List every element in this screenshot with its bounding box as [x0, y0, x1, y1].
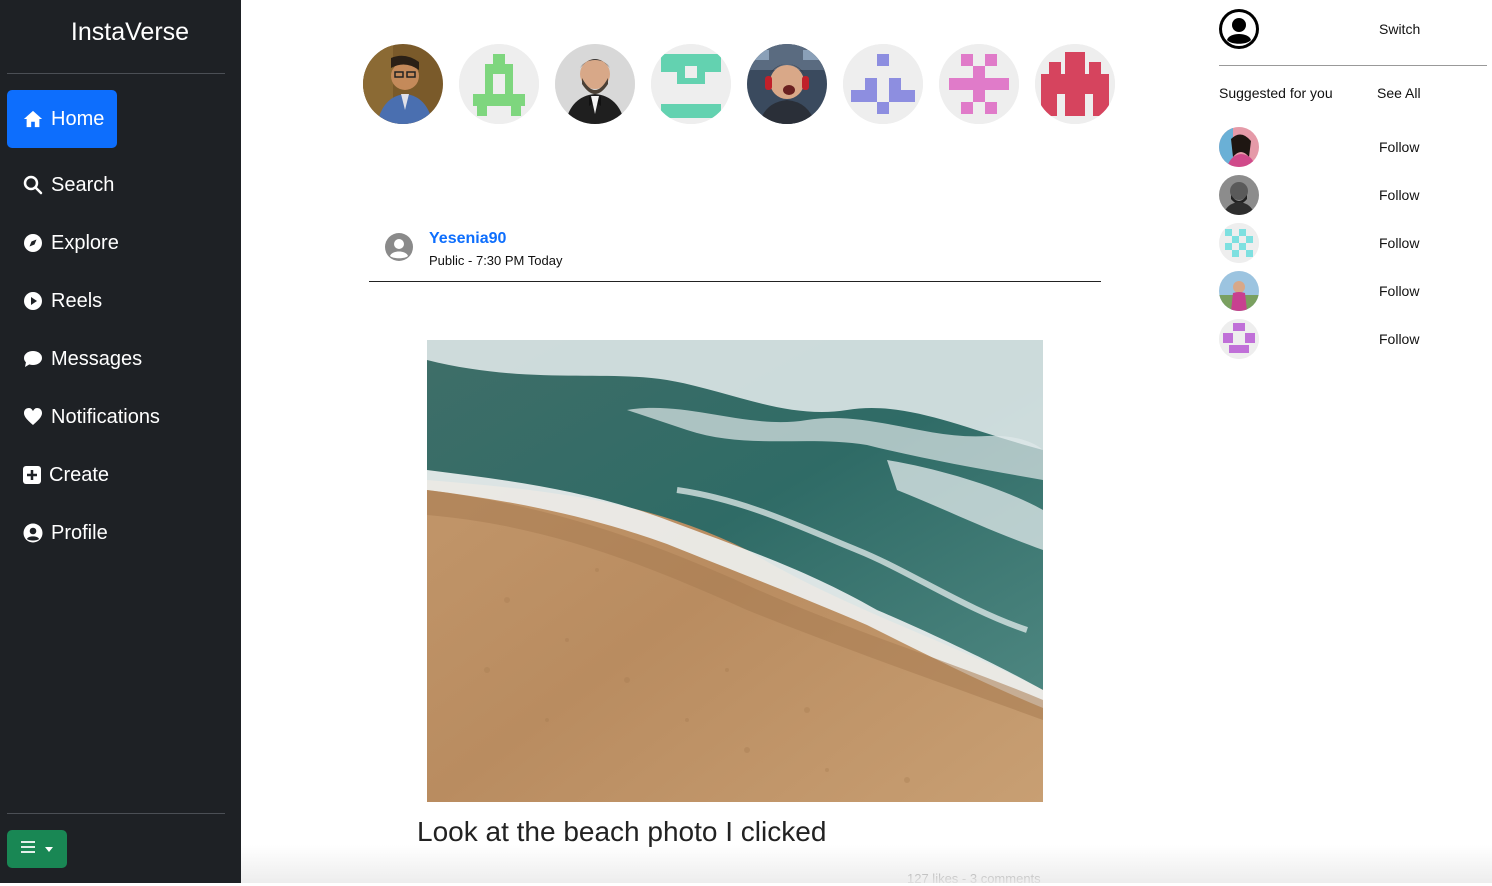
post-stats[interactable]: 127 likes - 3 comments — [907, 871, 1041, 886]
avatar[interactable] — [1219, 271, 1259, 311]
story-avatar[interactable] — [555, 44, 635, 124]
search-icon — [23, 175, 43, 195]
identicon-lavender — [843, 44, 923, 124]
story-avatar[interactable] — [747, 44, 827, 124]
post-image[interactable] — [427, 340, 1043, 802]
suggestion-row: Follow — [1219, 271, 1479, 311]
sidebar-item-label: Explore — [51, 231, 119, 254]
sidebar-item-label: Home — [51, 107, 105, 130]
story-avatar[interactable] — [459, 44, 539, 124]
play-icon — [23, 291, 43, 311]
identicon-teal — [651, 44, 731, 124]
avatar-man-headphones — [747, 44, 827, 124]
see-all-link[interactable]: See All — [1377, 85, 1421, 101]
sidebar-item-messages[interactable]: Messages — [7, 330, 142, 388]
sidebar-item-notifications[interactable]: Notifications — [7, 388, 160, 446]
right-divider — [1219, 65, 1487, 66]
sidebar-item-label: Create — [49, 463, 110, 486]
suggested-title: Suggested for you — [1219, 85, 1333, 101]
compass-icon — [23, 233, 43, 253]
avatar[interactable] — [1219, 223, 1259, 263]
avatar[interactable] — [1219, 319, 1259, 359]
suggestion-row: Follow — [1219, 175, 1479, 215]
sidebar-item-reels[interactable]: Reels — [7, 272, 117, 330]
switch-account-link[interactable]: Switch — [1379, 21, 1420, 37]
sidebar-divider-top — [7, 73, 225, 74]
follow-button[interactable]: Follow — [1379, 187, 1419, 203]
sidebar-item-home[interactable]: Home — [7, 90, 117, 148]
avatar[interactable] — [1219, 127, 1259, 167]
current-user-avatar[interactable] — [1219, 9, 1259, 49]
chat-icon — [23, 349, 43, 369]
suggestion-row: Follow — [1219, 319, 1479, 359]
post-header: Yesenia90 Public - 7:30 PM Today — [369, 222, 1101, 282]
plus-square-icon — [23, 465, 41, 485]
sidebar-item-label: Notifications — [51, 405, 160, 428]
chevron-down-icon — [45, 846, 53, 852]
story-avatar[interactable] — [651, 44, 731, 124]
post-username[interactable]: Yesenia90 — [429, 230, 506, 248]
sidebar-item-label: Messages — [51, 347, 143, 370]
story-avatar[interactable] — [843, 44, 923, 124]
story-avatar[interactable] — [363, 44, 443, 124]
sidebar-item-profile[interactable]: Profile — [7, 504, 117, 562]
follow-button[interactable]: Follow — [1379, 139, 1419, 155]
heart-icon — [23, 407, 43, 427]
sidebar-item-create[interactable]: Create — [7, 446, 117, 504]
story-avatar[interactable] — [1035, 44, 1115, 124]
sidebar: InstaVerse Home Search Explore Reels Mes… — [0, 0, 241, 883]
house-icon — [23, 109, 43, 129]
suggestion-row: Follow — [1219, 223, 1479, 263]
avatar-man-beard — [555, 44, 635, 124]
post-caption: Look at the beach photo I clicked — [417, 816, 827, 847]
sidebar-item-search[interactable]: Search — [7, 156, 117, 214]
identicon-green — [459, 44, 539, 124]
story-avatar[interactable] — [939, 44, 1019, 124]
avatar[interactable] — [1219, 175, 1259, 215]
brand-title[interactable]: InstaVerse — [0, 18, 260, 47]
sidebar-divider-bottom — [7, 813, 225, 814]
menu-dropdown-button[interactable] — [7, 830, 67, 868]
follow-button[interactable]: Follow — [1379, 331, 1419, 347]
follow-button[interactable]: Follow — [1379, 283, 1419, 299]
sidebar-item-label: Search — [51, 173, 115, 196]
sidebar-item-explore[interactable]: Explore — [7, 214, 119, 272]
hamburger-icon — [21, 840, 35, 858]
sidebar-item-label: Reels — [51, 289, 103, 312]
avatar-man-glasses — [363, 44, 443, 124]
post-meta: Public - 7:30 PM Today — [429, 253, 563, 268]
follow-button[interactable]: Follow — [1379, 235, 1419, 251]
person-circle-icon — [23, 523, 43, 543]
suggestion-row: Follow — [1219, 127, 1479, 167]
sidebar-item-label: Profile — [51, 521, 108, 544]
person-circle-icon[interactable] — [385, 233, 413, 261]
identicon-pink — [939, 44, 1019, 124]
identicon-red — [1035, 44, 1115, 124]
beach-photo — [427, 340, 1043, 802]
scroll-fade — [241, 845, 1492, 883]
